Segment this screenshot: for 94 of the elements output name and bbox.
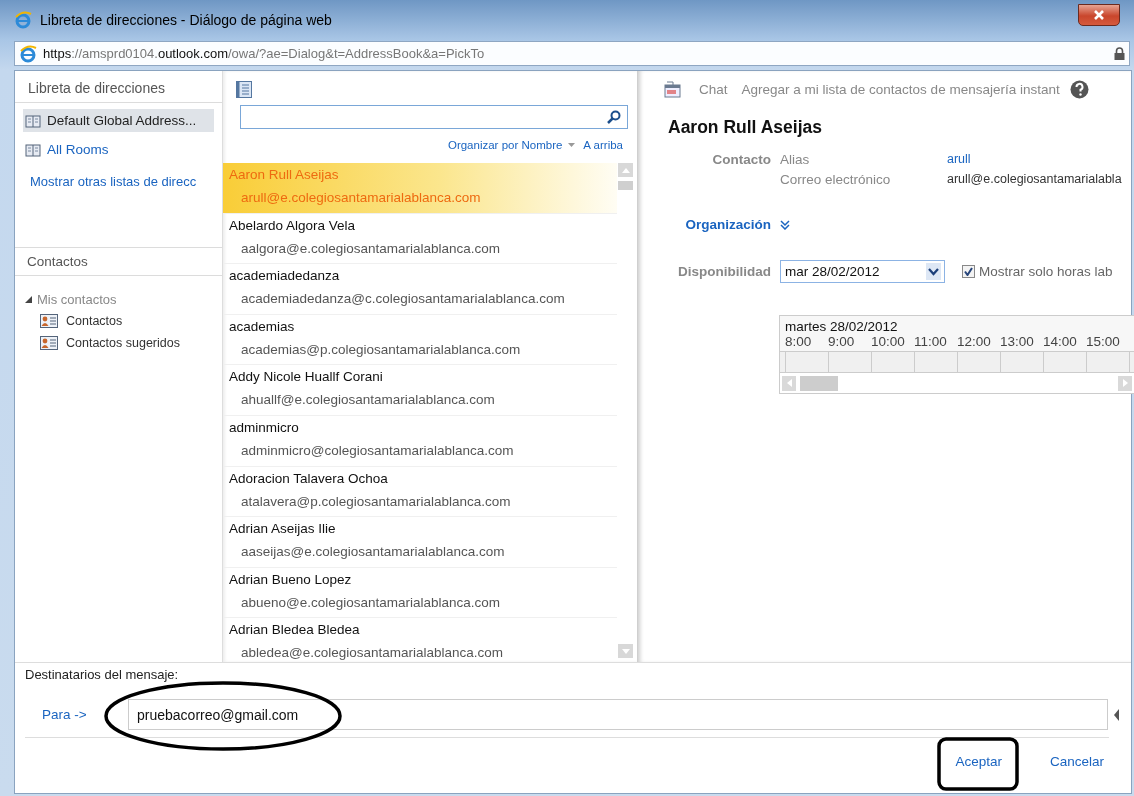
hour-label: 12:00 — [957, 334, 992, 349]
hour-label: 13:00 — [1000, 334, 1035, 349]
contact-row[interactable]: academias academias@p.colegiosantamarialablanca.com — [223, 314, 617, 366]
section-toggle[interactable]: Organización — [668, 217, 771, 232]
address-book-item[interactable]: Default Global Address... — [23, 109, 214, 132]
help-icon[interactable] — [1069, 79, 1089, 99]
accept-button[interactable]: Aceptar — [953, 752, 1004, 772]
contact-row[interactable]: Abelardo Algora Vela aalgora@e.colegiosantamarialablanca.com — [223, 213, 617, 265]
contact-email: abueno@e.colegiosantamarialablanca.com — [240, 593, 502, 612]
to-link[interactable]: Para -> — [42, 707, 128, 723]
contact-name: Adrian Bledea Bledea — [228, 621, 361, 640]
dropdown-arrow-icon — [568, 142, 576, 147]
timeline-date: martes 28/02/2012 — [784, 319, 899, 334]
hour-label: 9:00 — [828, 334, 856, 349]
chat-link[interactable]: Chat — [699, 81, 728, 97]
scrollbar-thumb[interactable] — [800, 375, 838, 391]
tree-item[interactable]: Contactos — [25, 310, 222, 332]
date-value: mar 28/02/2012 — [785, 264, 880, 279]
close-icon — [1093, 10, 1105, 20]
contact-email: academiadedanza@c.colegiosantamarialablanca.com — [240, 290, 566, 309]
checkmark-icon — [964, 267, 973, 276]
section-label: Disponibilidad — [677, 264, 771, 279]
contact-email: arull@e.colegiosantamarialablanca.com — [240, 189, 482, 207]
contact-name: Abelardo Algora Vela — [228, 216, 357, 235]
recipient-field[interactable]: pruebacorreo@gmail.com — [128, 699, 1108, 731]
browser-icon — [14, 11, 32, 29]
sort-by-link[interactable]: Organizar por Nombre — [447, 138, 576, 151]
left-arrow-icon — [786, 379, 792, 387]
contact-name: adminmicro — [228, 418, 300, 437]
contact-name: Adoracion Talavera Ochoa — [228, 469, 389, 488]
field-value: arull@e.colegiosantamarialabla — [947, 172, 1123, 187]
browser-icon — [19, 44, 37, 63]
address-url: https://amsprd0104.outlook.com/owa/?ae=Dialog&t=AddressBook&a=PickTo — [43, 46, 486, 61]
contact-row[interactable]: Adrian Aseijas Ilie aaseijas@e.colegiosantamarialablanca.com — [223, 517, 617, 568]
contact-email: aalgora@e.colegiosantamarialablanca.com — [240, 239, 502, 258]
contact-email: atalavera@p.colegiosantamarialablanca.com — [240, 492, 512, 511]
contact-name: Adrian Bueno Lopez — [228, 570, 353, 589]
contact-email: academias@p.colegiosantamarialablanca.com — [240, 340, 522, 359]
hour-label: 14:00 — [1043, 334, 1078, 349]
tree-item[interactable]: Contactos sugeridos — [25, 332, 222, 354]
contact-row[interactable]: Adrian Bledea Bledea abledea@e.colegiosantamarialablanca.com — [223, 618, 617, 663]
contact-email: aaseijas@e.colegiosantamarialablanca.com — [240, 543, 506, 562]
contact-name-heading: Aaron Rull Aseijas — [668, 117, 823, 138]
hour-label: 11:00 — [914, 334, 948, 349]
book-icon — [25, 142, 41, 157]
scrollbar-thumb[interactable] — [618, 181, 633, 190]
expand-chevron-icon[interactable] — [780, 219, 790, 230]
contact-name: academiadedanza — [228, 267, 341, 286]
contact-name: Adrian Aseijas Ilie — [228, 520, 337, 539]
field-label: Alias — [780, 152, 811, 167]
contact-name: academias — [228, 317, 296, 336]
window-title: Libreta de direcciones - Diálogo de página web — [40, 12, 332, 28]
contact-row[interactable]: Adoracion Talavera Ochoa atalavera@p.colegiosantamarialablanca.com — [223, 466, 617, 518]
contact-row[interactable]: Addy Nicole Huallf Corani ahuallf@e.colegiosantamarialablanca.com — [223, 365, 617, 416]
contact-card-icon — [40, 314, 58, 328]
contact-row[interactable]: Adrian Bueno Lopez abueno@e.colegiosantamarialablanca.com — [223, 567, 617, 619]
alias-link[interactable]: arull — [947, 152, 1131, 167]
contact-name: Aaron Rull Aseijas — [228, 166, 340, 184]
show-more-lists-link[interactable]: Mostrar otras listas de direcc — [30, 174, 222, 189]
sidebar-heading: Libreta de direcciones — [15, 71, 222, 103]
contact-row[interactable]: academiadedanza academiadedanza@c.colegiosantamarialablanca.com — [223, 264, 617, 315]
lock-icon — [1114, 47, 1125, 60]
collapse-triangle-icon[interactable] — [25, 295, 32, 303]
hour-label: 8:00 — [785, 334, 813, 349]
cancel-button[interactable]: Cancelar — [1047, 752, 1106, 772]
up-arrow-icon — [621, 167, 630, 173]
down-arrow-icon — [621, 648, 630, 654]
contact-email: adminmicro@colegiosantamarialablanca.com — [240, 441, 515, 460]
right-arrow-icon — [1122, 379, 1128, 387]
search-icon — [607, 110, 621, 124]
section-label: Contacto — [711, 152, 771, 167]
section-heading: Contactos — [15, 247, 222, 276]
contact-row[interactable]: adminmicro adminmicro@colegiosantamarialablanca.com — [223, 415, 617, 467]
contact-email: abledea@e.colegiosantamarialablanca.com — [240, 644, 505, 663]
hour-label: 15:00 — [1086, 334, 1121, 349]
address-book-item[interactable]: All Rooms — [23, 138, 214, 161]
contact-name: Addy Nicole Huallf Corani — [228, 368, 384, 387]
sort-order-link[interactable]: A arriba — [583, 138, 623, 151]
work-hours-checkbox[interactable]: Mostrar solo horas lab — [962, 264, 1113, 279]
recipients-label: Destinatarios del mensaje: — [24, 666, 180, 683]
book-icon — [25, 113, 41, 128]
list-view-icon[interactable] — [236, 81, 252, 98]
contact-card-icon — [40, 336, 58, 350]
date-dropdown[interactable]: mar 28/02/2012 — [780, 260, 945, 283]
hour-label: 10:00 — [871, 334, 906, 349]
checkbox[interactable] — [962, 265, 975, 278]
field-label: Correo electrónico — [780, 172, 892, 187]
close-button[interactable] — [1078, 4, 1120, 26]
search-field[interactable] — [240, 105, 628, 129]
chat-window-icon[interactable] — [664, 80, 681, 98]
contact-email: ahuallf@e.colegiosantamarialablanca.com — [240, 391, 496, 410]
collapse-arrow-icon[interactable] — [1114, 708, 1119, 721]
add-to-im-contacts-link[interactable]: Agregar a mi lista de contactos de mensajería instant — [741, 81, 1060, 97]
tree-node[interactable]: Mis contactos — [25, 288, 222, 310]
